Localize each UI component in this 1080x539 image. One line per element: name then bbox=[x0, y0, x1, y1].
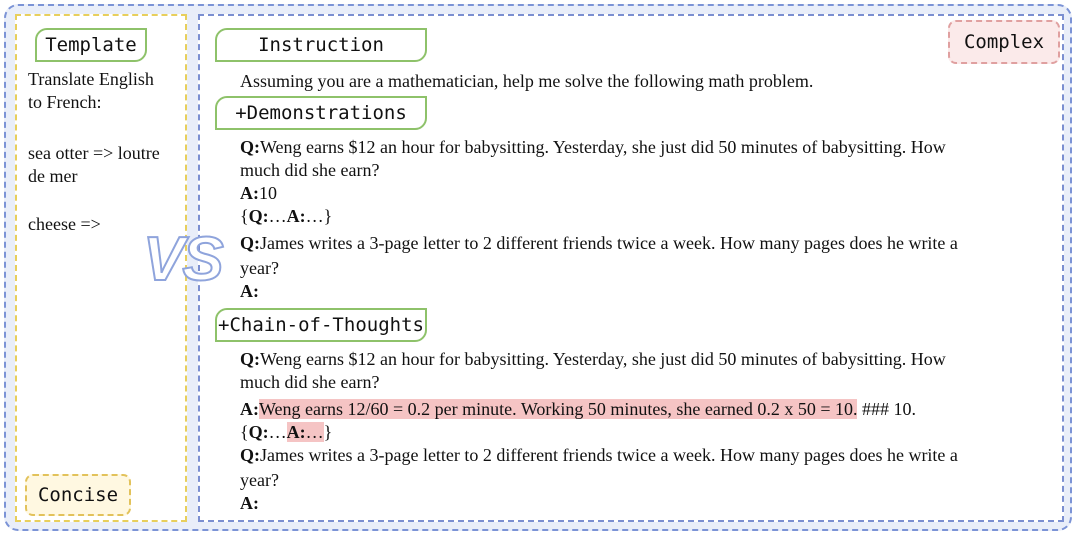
instruction-text: Assuming you are a mathematician, help m… bbox=[240, 71, 814, 91]
template-line-5: cheese => bbox=[28, 214, 101, 234]
template-label: Template bbox=[35, 28, 147, 62]
cot-ellipsis: {Q:…A:…} bbox=[240, 422, 333, 442]
template-line-3: sea otter => loutre bbox=[28, 143, 160, 163]
chain-of-thoughts-label: +Chain-of-Thoughts bbox=[215, 308, 427, 342]
cot-a1: A:Weng earns 12/60 = 0.2 per minute. Wor… bbox=[240, 399, 916, 419]
cot-q1-line-2: much did she earn? bbox=[240, 372, 380, 392]
demo-a1: A:10 bbox=[240, 183, 277, 203]
cot-q2-line-2: year? bbox=[240, 470, 279, 490]
demonstrations-label: +Demonstrations bbox=[215, 96, 427, 130]
demo-q2-line-2: year? bbox=[240, 258, 279, 278]
ellipsis-highlight: A:… bbox=[286, 422, 324, 442]
cot-q1-line-1: Q:Weng earns $12 an hour for babysitting… bbox=[240, 349, 946, 369]
template-line-4: de mer bbox=[28, 166, 78, 186]
demo-ellipsis: {Q:…A:…} bbox=[240, 206, 333, 226]
demo-q1-line-1: Q:Weng earns $12 an hour for babysitting… bbox=[240, 137, 946, 157]
complex-tag: Complex bbox=[948, 20, 1060, 64]
template-line-1: Translate English bbox=[28, 69, 154, 89]
instruction-label: Instruction bbox=[215, 28, 427, 62]
demo-q1-line-2: much did she earn? bbox=[240, 160, 380, 180]
concise-tag: Concise bbox=[25, 474, 131, 516]
rationale-highlight: Weng earns 12/60 = 0.2 per minute. Worki… bbox=[259, 399, 858, 419]
cot-q2-line-1: Q:James writes a 3-page letter to 2 diff… bbox=[240, 445, 958, 465]
vs-text: VS bbox=[142, 224, 225, 295]
cot-a2: A: bbox=[240, 493, 259, 513]
demo-a2: A: bbox=[240, 281, 259, 301]
template-line-2: to French: bbox=[28, 92, 102, 112]
demo-q2-line-1: Q:James writes a 3-page letter to 2 diff… bbox=[240, 233, 958, 253]
